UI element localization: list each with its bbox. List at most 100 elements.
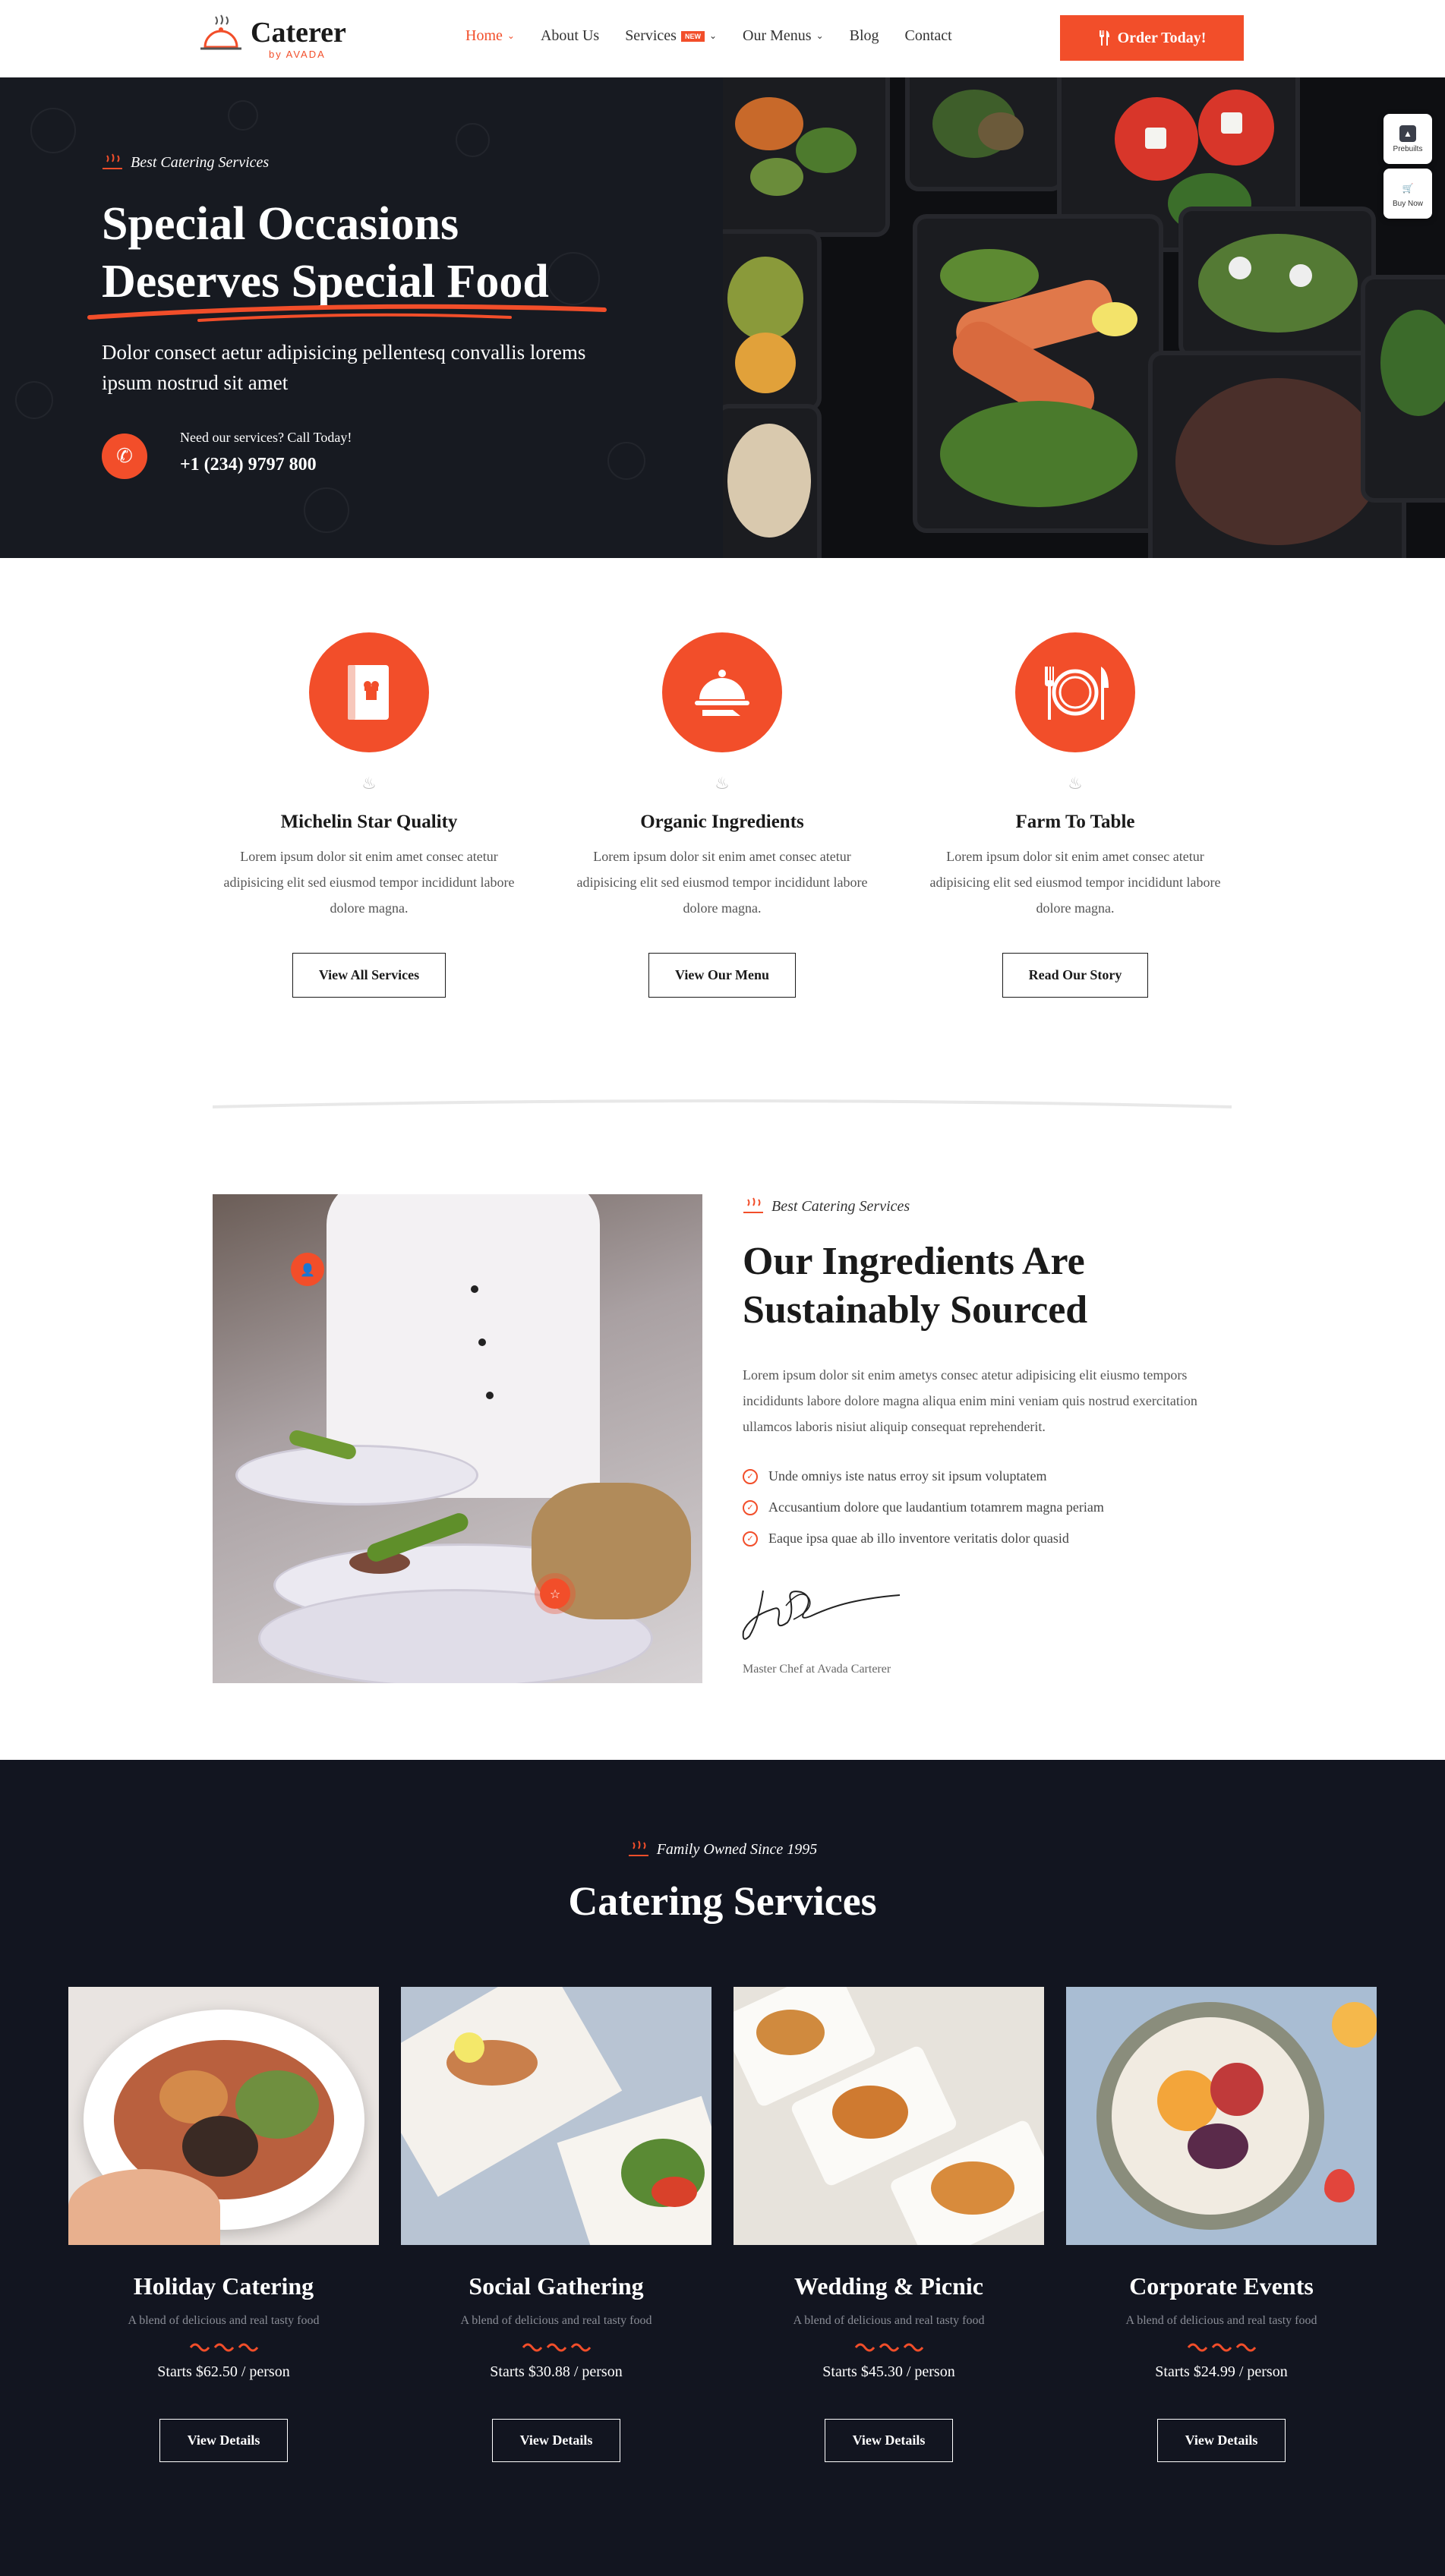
plate-cutlery-icon bbox=[1015, 632, 1135, 752]
list-item: ✓ Accusantium dolore que laudantium totam… bbox=[743, 1492, 1104, 1523]
menu-label: Contact bbox=[904, 27, 952, 44]
view-details-button[interactable]: View Details bbox=[824, 2419, 954, 2462]
cart-icon: 🛒 bbox=[1399, 179, 1416, 197]
hero-kicker: Best Catering Services bbox=[102, 153, 269, 172]
card-price: Starts $30.88 / person bbox=[490, 2363, 623, 2380]
check-icon: ✓ bbox=[743, 1531, 758, 1547]
chevron-down-icon: ⌄ bbox=[506, 30, 515, 41]
about-title: Our Ingredients Are Sustainably Sourced bbox=[743, 1240, 1088, 1332]
hero-title-line1: Special Occasions bbox=[102, 198, 459, 250]
menu-item-our-menus[interactable]: Our Menus ⌄ bbox=[743, 27, 824, 45]
prebuilts-button[interactable]: ▲ Prebuilts bbox=[1383, 114, 1432, 164]
feature-text: Lorem ipsum dolor sit enim amet consec a… bbox=[576, 849, 868, 916]
card-subtitle: A blend of delicious and real tasty food bbox=[1125, 2314, 1317, 2327]
card-price: Starts $24.99 / person bbox=[1155, 2363, 1288, 2380]
chevron-down-icon: ⌄ bbox=[708, 30, 718, 41]
about-kicker: Best Catering Services bbox=[743, 1197, 910, 1215]
view-details-button[interactable]: View Details bbox=[1156, 2419, 1286, 2462]
main-menu: Home ⌄ About Us Services NEW ⌄ Our Menus ⌄ B… bbox=[465, 27, 952, 45]
list-item: ✓ Unde omniys iste natus erroy sit ipsum … bbox=[743, 1461, 1104, 1492]
feature-text: Lorem ipsum dolor sit enim amet consec a… bbox=[223, 849, 515, 916]
new-badge: NEW bbox=[680, 30, 705, 42]
order-today-button[interactable]: Order Today! bbox=[1060, 15, 1244, 61]
menu-book-icon bbox=[309, 632, 429, 752]
card-subtitle: A blend of delicious and real tasty food bbox=[460, 2314, 652, 2327]
wave-divider-icon bbox=[854, 2343, 923, 2352]
feature-title: Michelin Star Quality bbox=[280, 812, 458, 832]
view-all-services-button[interactable]: View All Services bbox=[292, 953, 446, 998]
menu-label: Home bbox=[465, 27, 503, 44]
steam-icon bbox=[103, 153, 122, 169]
feature-card: ♨ Organic Ingredients Lorem ipsum dolor … bbox=[563, 632, 882, 998]
buy-now-button[interactable]: 🛒 Buy Now bbox=[1383, 169, 1432, 219]
chef-plating-image: 👤 ☆ bbox=[213, 1194, 702, 1683]
wedding-picnic-image bbox=[734, 1987, 1044, 2245]
cloche-icon bbox=[662, 632, 782, 752]
menu-item-home[interactable]: Home ⌄ bbox=[465, 27, 515, 45]
card-title: Holiday Catering bbox=[133, 2272, 314, 2300]
read-our-story-button[interactable]: Read Our Story bbox=[1002, 953, 1149, 998]
card-title: Social Gathering bbox=[469, 2272, 644, 2300]
services-kicker: Family Owned Since 1995 bbox=[0, 1840, 1445, 1859]
hero-food-image bbox=[723, 77, 1445, 558]
list-item-text: Unde omniys iste natus erroy sit ipsum v… bbox=[768, 1468, 1047, 1483]
feature-card: ♨ Michelin Star Quality Lorem ipsum dolo… bbox=[210, 632, 528, 998]
steam-icon: ♨ bbox=[715, 774, 730, 793]
menu-item-contact[interactable]: Contact bbox=[905, 27, 952, 45]
services-kicker-text: Family Owned Since 1995 bbox=[656, 1840, 818, 1858]
star-hotspot-icon[interactable]: ☆ bbox=[535, 1573, 576, 1614]
service-card: Social Gathering A blend of delicious an… bbox=[401, 1987, 711, 2462]
view-our-menu-button[interactable]: View Our Menu bbox=[648, 953, 796, 998]
view-details-button[interactable]: View Details bbox=[491, 2419, 621, 2462]
about-kicker-text: Best Catering Services bbox=[771, 1197, 910, 1215]
about-description: Lorem ipsum dolor sit enim ametys consec… bbox=[743, 1367, 1197, 1434]
card-title: Wedding & Picnic bbox=[794, 2272, 983, 2300]
steam-icon bbox=[628, 1840, 648, 1856]
corporate-events-image bbox=[1066, 1987, 1377, 2245]
list-item: ✓ Eaque ipsa quae ab illo inventore verit… bbox=[743, 1523, 1104, 1554]
services-title: Catering Services bbox=[568, 1878, 877, 1924]
menu-item-blog[interactable]: Blog bbox=[850, 27, 879, 45]
user-hotspot-icon[interactable]: 👤 bbox=[291, 1253, 324, 1286]
menu-label: About Us bbox=[540, 27, 600, 44]
cutlery-icon bbox=[1099, 30, 1109, 46]
hero-description: Dolor consect aetur adipisicing pellente… bbox=[102, 341, 586, 394]
hero-kicker-text: Best Catering Services bbox=[131, 153, 270, 171]
site-header: Caterer by AVADA Home ⌄ About Us Services… bbox=[0, 0, 1445, 77]
chevron-down-icon: ⌄ bbox=[816, 30, 824, 41]
card-title: Corporate Events bbox=[1129, 2272, 1314, 2300]
view-details-button[interactable]: View Details bbox=[159, 2419, 289, 2462]
logo-title: Caterer bbox=[251, 16, 346, 49]
hero-title: Special Occasions Deserves Special Food bbox=[102, 195, 648, 311]
logo[interactable]: Caterer by AVADA bbox=[199, 14, 346, 64]
card-subtitle: A blend of delicious and real tasty food bbox=[128, 2314, 320, 2327]
prebuilts-label: Prebuilts bbox=[1393, 144, 1423, 153]
feature-title: Organic Ingredients bbox=[640, 812, 804, 832]
card-subtitle: A blend of delicious and real tasty food bbox=[793, 2314, 985, 2327]
buy-now-label: Buy Now bbox=[1392, 199, 1423, 208]
steam-icon bbox=[743, 1197, 763, 1213]
phone-icon[interactable]: ✆ bbox=[102, 434, 147, 479]
wave-divider-icon bbox=[1187, 2343, 1256, 2352]
service-card: Corporate Events A blend of delicious an… bbox=[1066, 1987, 1377, 2462]
check-icon: ✓ bbox=[743, 1468, 758, 1484]
signature-caption: Master Chef at Avada Carterer bbox=[743, 1663, 891, 1676]
chef-signature bbox=[742, 1590, 900, 1640]
feature-title: Farm To Table bbox=[1015, 812, 1135, 832]
list-item-text: Accusantium dolore que laudantium totamr… bbox=[768, 1499, 1104, 1515]
call-label: Need our services? Call Today! bbox=[180, 430, 352, 445]
service-card: Wedding & Picnic A blend of delicious an… bbox=[734, 1987, 1044, 2462]
wave-divider-icon bbox=[189, 2343, 258, 2352]
menu-item-about[interactable]: About Us bbox=[541, 27, 599, 45]
list-item-text: Eaque ipsa quae ab illo inventore verita… bbox=[768, 1531, 1069, 1546]
cloche-logo-icon bbox=[200, 14, 241, 50]
underline-swoosh bbox=[87, 304, 607, 322]
card-price: Starts $62.50 / person bbox=[157, 2363, 290, 2380]
call-number[interactable]: +1 (234) 9797 800 bbox=[180, 455, 317, 475]
logo-subtitle: by AVADA bbox=[269, 48, 326, 60]
section-divider bbox=[213, 1099, 1232, 1108]
prebuilts-icon: ▲ bbox=[1399, 125, 1416, 142]
menu-label: Our Menus bbox=[743, 27, 812, 44]
steam-icon: ♨ bbox=[1068, 774, 1083, 793]
menu-item-services[interactable]: Services NEW ⌄ bbox=[625, 27, 717, 45]
